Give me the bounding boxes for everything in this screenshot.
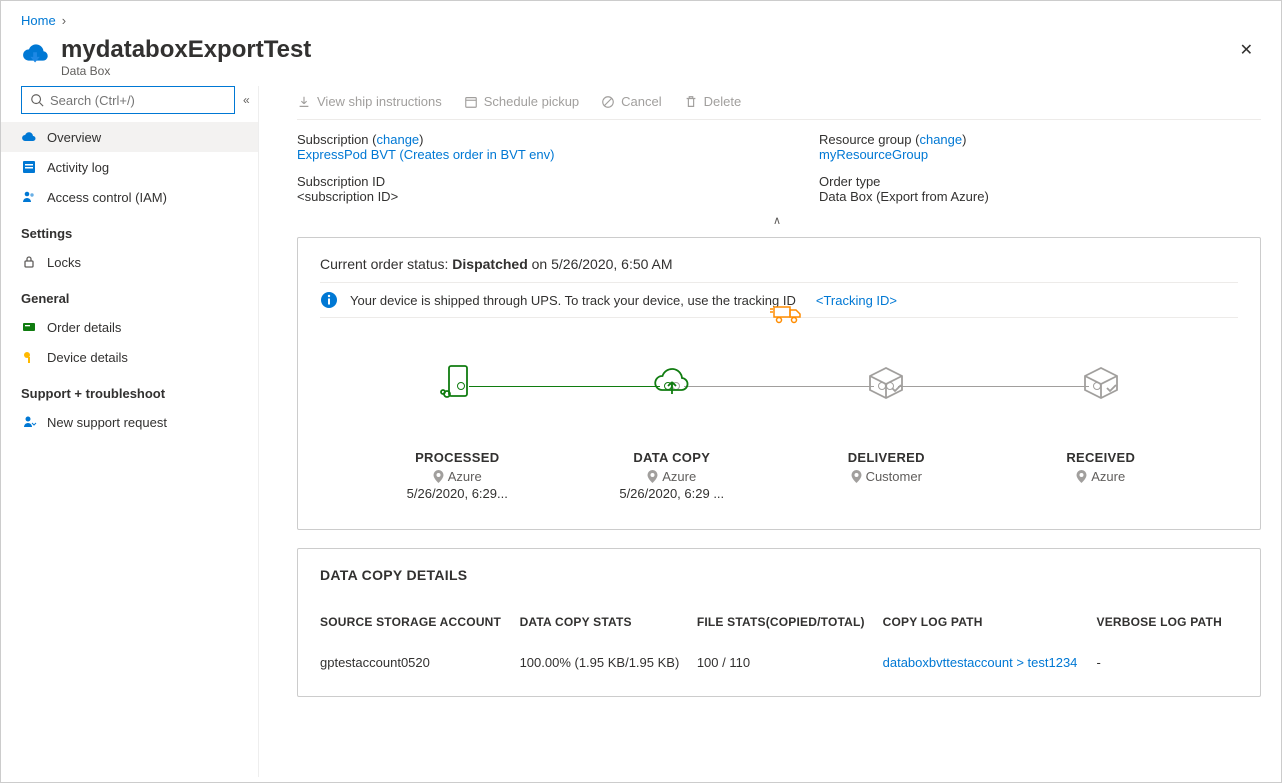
cell-source: gptestaccount0520 [320,647,520,678]
schedule-pickup-button[interactable]: Schedule pickup [464,94,579,109]
stage-time: 5/26/2020, 6:29... [407,486,508,501]
view-ship-button[interactable]: View ship instructions [297,94,442,109]
support-icon [21,414,37,430]
databox-icon [21,40,51,70]
sidebar-item-iam[interactable]: Access control (IAM) [1,182,258,212]
page-subtitle: Data Box [61,64,311,78]
col-log: COPY LOG PATH [883,607,1097,647]
page-title: mydataboxExportTest [61,36,311,64]
sidebar-item-label: Activity log [47,160,109,175]
change-rg-link[interactable]: change [919,132,962,147]
status-panel: Current order status: Dispatched on 5/26… [297,237,1261,530]
sidebar: « Overview Activity log Access control (… [1,86,259,777]
stage-tracker: PROCESSED Azure 5/26/2020, 6:29... DATA … [320,318,1238,511]
change-subscription-link[interactable]: change [377,132,420,147]
sidebar-item-support-request[interactable]: New support request [1,407,258,437]
stage-title: DELIVERED [848,450,925,465]
subscription-id-label: Subscription ID [297,174,385,189]
processed-icon [433,358,481,406]
truck-icon [770,303,804,328]
pin-icon [851,470,862,483]
resource-group-label: Resource group [819,132,912,147]
sidebar-item-activity-log[interactable]: Activity log [1,152,258,182]
cell-stats: 100.00% (1.95 KB/1.95 KB) [520,647,697,678]
copy-log-link[interactable]: databoxbvttestaccount > test1234 [883,655,1078,670]
collapse-meta-icon[interactable]: ∧ [297,212,1261,237]
subscription-value-link[interactable]: ExpressPod BVT (Creates order in BVT env… [297,147,554,162]
cell-verbose: - [1097,647,1239,678]
subscription-id-value: <subscription ID> [297,189,398,204]
sidebar-item-order-details[interactable]: Order details [1,312,258,342]
col-file: FILE STATS(COPIED/TOTAL) [697,607,883,647]
sidebar-item-device-details[interactable]: Device details [1,342,258,372]
sidebar-heading-support: Support + troubleshoot [1,372,258,407]
col-verbose: VERBOSE LOG PATH [1097,607,1239,647]
sidebar-item-label: Overview [47,130,101,145]
search-input[interactable] [50,93,226,108]
cell-file: 100 / 110 [697,647,883,678]
sidebar-item-overview[interactable]: Overview [1,122,258,152]
chevron-right-icon: › [62,13,66,28]
sidebar-item-label: New support request [47,415,167,430]
order-icon [21,319,37,335]
pin-icon [647,470,658,483]
status-line: Current order status: Dispatched on 5/26… [320,256,1238,282]
stage-title: DATA COPY [633,450,710,465]
sidebar-item-label: Access control (IAM) [47,190,167,205]
activity-log-icon [21,159,37,175]
info-text: Your device is shipped through UPS. To t… [350,293,796,308]
stage-title: RECEIVED [1066,450,1135,465]
resource-group-link[interactable]: myResourceGroup [819,147,928,162]
search-input-wrapper [21,86,235,114]
close-icon[interactable]: ✕ [1232,36,1261,64]
key-icon [21,349,37,365]
sidebar-heading-settings: Settings [1,212,258,247]
sidebar-item-label: Order details [47,320,121,335]
tracking-id-link[interactable]: <Tracking ID> [816,293,897,308]
subscription-label: Subscription [297,132,369,147]
order-type-value: Data Box (Export from Azure) [819,189,989,204]
pin-icon [1076,470,1087,483]
received-icon [1077,358,1125,406]
toolbar: View ship instructions Schedule pickup C… [297,86,1261,120]
people-icon [21,189,37,205]
order-type-label: Order type [819,174,880,189]
section-title: DATA COPY DETAILS [320,567,1238,583]
sidebar-heading-general: General [1,277,258,312]
sidebar-item-locks[interactable]: Locks [1,247,258,277]
sidebar-item-label: Locks [47,255,81,270]
metadata-grid: Subscription (change) ExpressPod BVT (Cr… [297,132,1261,204]
cloud-icon [21,129,37,145]
collapse-sidebar-icon[interactable]: « [243,93,250,107]
delivered-icon [862,358,910,406]
breadcrumb-home[interactable]: Home [21,13,56,28]
pin-icon [433,470,444,483]
table-row: gptestaccount0520 100.00% (1.95 KB/1.95 … [320,647,1238,678]
search-icon [30,93,44,107]
stage-time: 5/26/2020, 6:29 ... [619,486,724,501]
delete-button[interactable]: Delete [684,94,742,109]
stage-title: PROCESSED [415,450,499,465]
data-copy-table: SOURCE STORAGE ACCOUNT DATA COPY STATS F… [320,607,1238,678]
col-stats: DATA COPY STATS [520,607,697,647]
sidebar-item-label: Device details [47,350,128,365]
data-copy-icon [648,358,696,406]
lock-icon [21,254,37,270]
status-value: Dispatched [452,256,527,272]
info-icon [320,291,338,309]
col-source: SOURCE STORAGE ACCOUNT [320,607,520,647]
data-copy-panel: DATA COPY DETAILS SOURCE STORAGE ACCOUNT… [297,548,1261,697]
breadcrumb: Home › [21,13,1261,28]
cancel-button[interactable]: Cancel [601,94,661,109]
